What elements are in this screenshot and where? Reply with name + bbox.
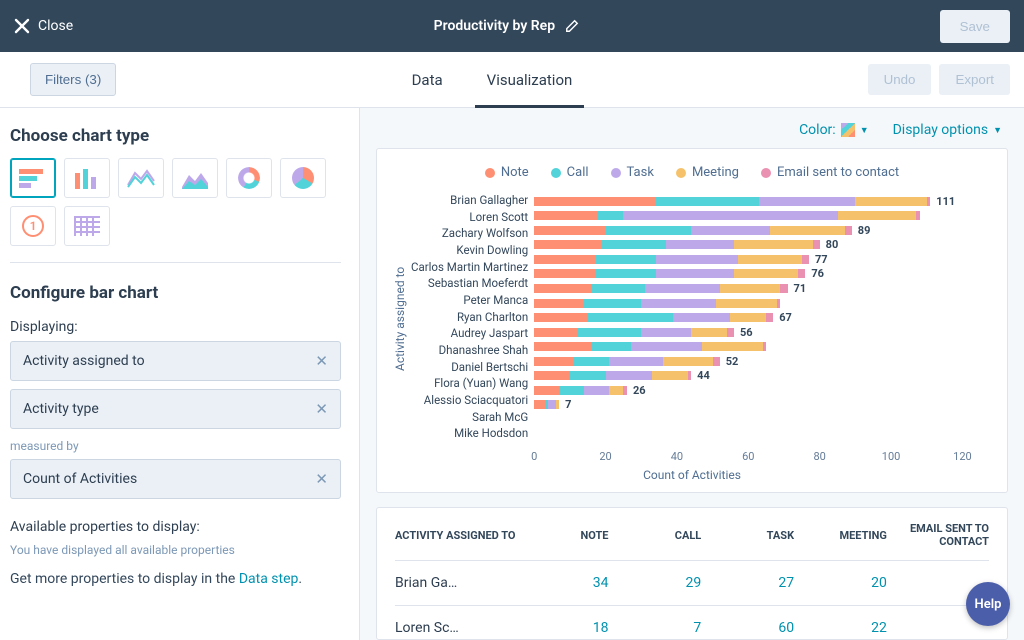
available-properties-heading: Available properties to display: (10, 519, 341, 535)
cell-note[interactable]: 34 (516, 575, 609, 591)
chart-type-column[interactable] (64, 158, 110, 198)
field-activity-type[interactable]: Activity type ✕ (10, 389, 341, 429)
data-step-pretext: Get more properties to display in the (10, 571, 239, 587)
cell-meeting[interactable]: 22 (794, 620, 887, 636)
filters-button[interactable]: Filters (3) (30, 63, 116, 96)
cell-task[interactable]: 60 (701, 620, 794, 636)
configure-heading: Configure bar chart (10, 283, 341, 303)
th-task[interactable]: TASK (701, 529, 794, 542)
help-label: Help (975, 597, 1002, 612)
color-dropdown[interactable]: Color: ▼ (799, 122, 869, 138)
y-axis-categories: Brian GallagherLoren ScottZachary Wolfso… (411, 194, 534, 444)
chart-type-line[interactable] (118, 158, 164, 198)
legend-call: Call (567, 165, 589, 180)
page-title: Productivity by Rep (434, 18, 555, 34)
field-count-of-activities[interactable]: Count of Activities ✕ (10, 459, 341, 499)
legend: Note Call Task Meeting Email sent to con… (393, 165, 991, 180)
measured-by-label: measured by (10, 439, 341, 453)
remove-field-icon[interactable]: ✕ (315, 470, 328, 488)
legend-swatch-task (611, 168, 621, 178)
chart-type-horizontal-bar[interactable] (10, 158, 56, 198)
th-meeting[interactable]: MEETING (794, 529, 887, 542)
close-button[interactable]: Close (14, 18, 73, 34)
color-swatch-icon (841, 123, 855, 137)
page-title-wrap: Productivity by Rep (434, 18, 579, 34)
field-label: Count of Activities (23, 471, 137, 487)
cell-task[interactable]: 27 (701, 575, 794, 591)
data-step-link[interactable]: Data step (239, 571, 299, 587)
chart-type-table[interactable] (64, 206, 110, 246)
cell-name: Loren Sc… (395, 620, 516, 636)
cell-note[interactable]: 18 (516, 620, 609, 636)
close-icon (14, 18, 30, 34)
choose-chart-type-heading: Choose chart type (10, 126, 341, 146)
pie-icon (292, 167, 314, 189)
display-options-label: Display options (893, 122, 988, 138)
cell-name: Brian Ga… (395, 575, 516, 591)
data-step-posttext: . (298, 571, 302, 587)
edit-title-icon[interactable] (565, 19, 579, 33)
x-axis-label: Count of Activities (393, 468, 991, 482)
chart-card: Note Call Task Meeting Email sent to con… (376, 148, 1008, 493)
area-icon (181, 167, 209, 189)
displaying-label: Displaying: (10, 319, 341, 335)
legend-swatch-note (485, 168, 495, 178)
field-label: Activity type (23, 401, 99, 417)
plot-area: 020406080100120 111898077767167565244267 (534, 194, 991, 444)
y-axis-label: Activity assigned to (393, 194, 411, 444)
available-properties-body: You have displayed all available propert… (10, 543, 341, 557)
visualization-panel: Color: ▼ Display options ▼ Note Call Tas… (360, 108, 1024, 640)
horizontal-bar-icon (19, 167, 47, 189)
legend-swatch-meeting (676, 168, 686, 178)
th-email[interactable]: EMAIL SENT TO CONTACT (887, 522, 989, 548)
chevron-down-icon: ▼ (993, 125, 1002, 136)
chart-type-donut[interactable] (226, 158, 272, 198)
kpi-icon: 1 (22, 215, 44, 237)
legend-meeting: Meeting (692, 165, 739, 180)
tab-visualization[interactable]: Visualization (465, 52, 595, 107)
table-row[interactable]: Brian Ga…34292720 (395, 561, 989, 606)
column-icon (73, 167, 101, 189)
table-icon (73, 215, 101, 237)
export-button[interactable]: Export (939, 64, 1010, 95)
cell-call[interactable]: 7 (608, 620, 701, 636)
action-bar: Filters (3) Data Visualization Undo Expo… (0, 52, 1024, 108)
chart-type-area[interactable] (172, 158, 218, 198)
config-sidebar: Choose chart type 1 Configure bar chart … (0, 108, 360, 640)
chevron-down-icon: ▼ (860, 125, 869, 136)
legend-swatch-email (761, 168, 771, 178)
legend-swatch-call (551, 168, 561, 178)
undo-button[interactable]: Undo (868, 64, 932, 95)
line-icon (127, 167, 155, 189)
tab-data[interactable]: Data (390, 52, 465, 107)
save-button[interactable]: Save (940, 10, 1010, 43)
color-label: Color: (799, 122, 836, 138)
legend-email: Email sent to contact (777, 165, 899, 180)
display-options-dropdown[interactable]: Display options ▼ (893, 122, 1002, 138)
table-row[interactable]: Loren Sc…1876022 (395, 606, 989, 640)
th-note[interactable]: NOTE (516, 529, 609, 542)
chart-type-pie[interactable] (280, 158, 326, 198)
remove-field-icon[interactable]: ✕ (315, 352, 328, 370)
th-call[interactable]: CALL (608, 529, 701, 542)
close-label: Close (38, 18, 73, 34)
cell-call[interactable]: 29 (608, 575, 701, 591)
field-activity-assigned-to[interactable]: Activity assigned to ✕ (10, 341, 341, 381)
chart-type-kpi[interactable]: 1 (10, 206, 56, 246)
legend-note: Note (501, 165, 529, 180)
th-assigned[interactable]: ACTIVITY ASSIGNED TO (395, 529, 516, 542)
donut-icon (238, 167, 260, 189)
legend-task: Task (627, 165, 654, 180)
top-bar: Close Productivity by Rep Save (0, 0, 1024, 52)
data-table: ACTIVITY ASSIGNED TO NOTE CALL TASK MEET… (376, 507, 1008, 640)
help-bubble[interactable]: Help (966, 582, 1010, 626)
remove-field-icon[interactable]: ✕ (315, 400, 328, 418)
cell-meeting[interactable]: 20 (794, 575, 887, 591)
field-label: Activity assigned to (23, 353, 145, 369)
x-axis-ticks: 020406080100120 (534, 450, 991, 464)
